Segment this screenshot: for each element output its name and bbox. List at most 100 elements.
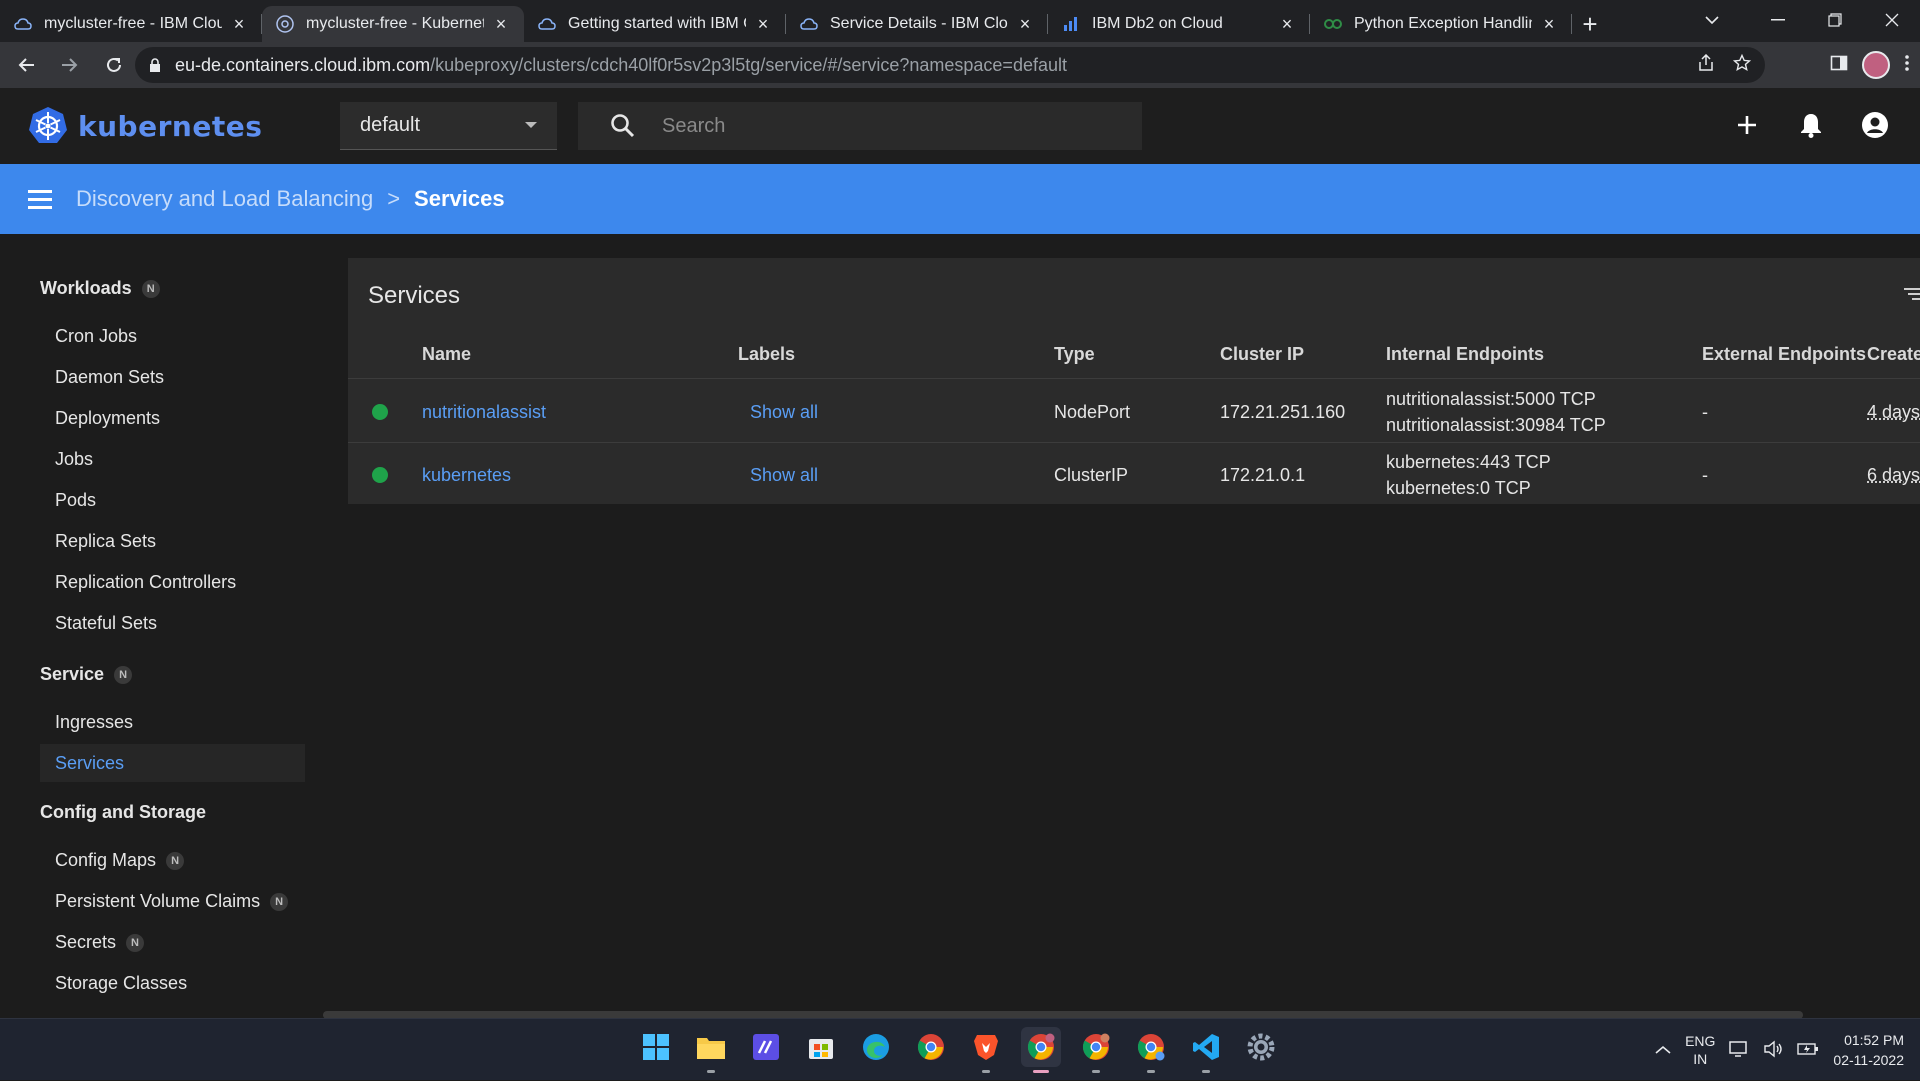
service-name-link[interactable]: nutritionalassist xyxy=(422,402,546,423)
service-name-link[interactable]: kubernetes xyxy=(422,465,511,486)
sidebar-item-jobs[interactable]: Jobs xyxy=(55,449,93,470)
sidebar-item-persistent-volume-claims[interactable]: Persistent Volume Claims N xyxy=(55,891,289,912)
edge-browser-icon[interactable] xyxy=(856,1027,896,1067)
sidebar-item-daemon-sets[interactable]: Daemon Sets xyxy=(55,367,164,388)
column-header-created[interactable]: Create xyxy=(1867,344,1920,365)
close-icon[interactable]: × xyxy=(492,15,510,33)
sidebar-item-config-maps[interactable]: Config Maps N xyxy=(55,850,185,871)
close-window-icon[interactable] xyxy=(1863,0,1920,40)
language-indicator[interactable]: ENG IN xyxy=(1685,1032,1715,1068)
sidebar-item-replication-controllers[interactable]: Replication Controllers xyxy=(55,572,236,593)
sidebar-item-stateful-sets[interactable]: Stateful Sets xyxy=(55,613,157,634)
namespaced-badge: N xyxy=(141,279,160,298)
add-icon[interactable] xyxy=(1730,108,1764,142)
brave-browser-icon[interactable] xyxy=(966,1027,1006,1073)
close-icon[interactable]: × xyxy=(1540,15,1558,33)
chrome-icon[interactable] xyxy=(911,1027,951,1067)
tab-title: Python Exception Handling xyxy=(1354,15,1532,32)
created-age: 6 days xyxy=(1867,465,1920,485)
bookmark-star-icon[interactable] xyxy=(1732,53,1752,77)
vscode-icon[interactable] xyxy=(1186,1027,1226,1073)
tab-title: IBM Db2 on Cloud xyxy=(1092,15,1223,32)
bar-chart-icon xyxy=(1062,15,1080,33)
chevron-down-icon[interactable] xyxy=(1696,6,1728,34)
running-indicator xyxy=(1147,1070,1155,1073)
reload-icon[interactable] xyxy=(96,47,132,83)
ibm-cloud-icon xyxy=(800,15,818,33)
ibm-cloud-icon xyxy=(538,15,556,33)
chrome-profile-icon[interactable] xyxy=(1076,1027,1116,1073)
side-panel-icon[interactable] xyxy=(1830,54,1848,77)
restore-icon[interactable] xyxy=(1806,0,1863,40)
show-all-labels-link[interactable]: Show all xyxy=(750,402,818,423)
sidebar-item-replica-sets[interactable]: Replica Sets xyxy=(55,531,156,552)
system-clock[interactable]: 01:52 PM 02-11-2022 xyxy=(1833,1030,1904,1070)
settings-gear-icon[interactable] xyxy=(1241,1027,1281,1067)
sidebar-item-secrets[interactable]: Secrets N xyxy=(55,932,145,953)
namespace-value: default xyxy=(360,114,421,136)
browser-tab[interactable]: Service Details - IBM Cloud × xyxy=(786,6,1048,42)
browser-tab-active[interactable]: mycluster-free - Kubernetes × xyxy=(262,6,524,42)
visual-studio-icon[interactable] xyxy=(746,1027,786,1067)
back-arrow-icon[interactable] xyxy=(8,47,44,83)
new-tab-button[interactable]: + xyxy=(1572,6,1608,42)
profile-avatar[interactable] xyxy=(1862,51,1890,79)
browser-tab[interactable]: IBM Db2 on Cloud × xyxy=(1048,6,1310,42)
chevron-right-icon: > xyxy=(387,186,401,211)
windows-start-icon[interactable] xyxy=(636,1027,676,1067)
sidebar-item-deployments[interactable]: Deployments xyxy=(55,408,160,429)
address-bar[interactable]: eu-de.containers.cloud.ibm.com/kubeproxy… xyxy=(135,47,1765,83)
file-explorer-icon[interactable] xyxy=(691,1027,731,1073)
sidebar-section-service[interactable]: Service N xyxy=(40,664,133,685)
chrome-profile-icon[interactable] xyxy=(1131,1027,1171,1073)
close-icon[interactable]: × xyxy=(1278,15,1296,33)
sidebar-section-workloads[interactable]: Workloads N xyxy=(40,278,160,299)
lock-icon[interactable] xyxy=(149,57,163,73)
search-icon[interactable] xyxy=(610,113,636,139)
share-icon[interactable] xyxy=(1697,53,1715,77)
notifications-bell-icon[interactable] xyxy=(1794,108,1828,142)
language-code: ENG xyxy=(1685,1033,1716,1049)
browser-tab[interactable]: Getting started with IBM Cloud × xyxy=(524,6,786,42)
network-icon[interactable] xyxy=(1729,1040,1749,1061)
close-icon[interactable]: × xyxy=(1016,15,1034,33)
sidebar-item-cron-jobs[interactable]: Cron Jobs xyxy=(55,326,137,347)
column-header-name[interactable]: Name xyxy=(422,344,471,365)
status-ok-icon xyxy=(372,404,388,420)
region-code: IN xyxy=(1693,1051,1708,1067)
filter-list-icon[interactable] xyxy=(1900,284,1920,304)
close-icon[interactable]: × xyxy=(754,15,772,33)
namespace-selector[interactable]: default xyxy=(340,102,557,150)
minimize-icon[interactable] xyxy=(1749,0,1806,40)
close-icon[interactable]: × xyxy=(230,15,248,33)
sidebar-section-config-storage[interactable]: Config and Storage xyxy=(40,802,206,823)
kubernetes-logo[interactable]: kubernetes xyxy=(28,106,262,146)
volume-icon[interactable] xyxy=(1763,1040,1783,1061)
battery-icon[interactable] xyxy=(1797,1042,1819,1059)
dropdown-caret-icon xyxy=(525,122,537,128)
sidebar-item-storage-classes[interactable]: Storage Classes xyxy=(55,973,187,994)
forward-arrow-icon[interactable] xyxy=(52,47,88,83)
sidebar-item-label: Persistent Volume Claims xyxy=(55,891,261,911)
show-all-labels-link[interactable]: Show all xyxy=(750,465,818,486)
chrome-profile-icon[interactable] xyxy=(1021,1027,1061,1073)
chevron-up-icon[interactable] xyxy=(1655,1042,1671,1058)
sidebar-item-services[interactable]: Services xyxy=(55,753,124,774)
account-circle-icon[interactable] xyxy=(1858,108,1892,142)
sidebar-item-pods[interactable]: Pods xyxy=(55,490,96,511)
sidebar-item-ingresses[interactable]: Ingresses xyxy=(55,712,133,733)
url-path: /kubeproxy/clusters/cdch40lf0r5sv2p3l5tg… xyxy=(430,54,1067,75)
sidebar-item-label: Secrets xyxy=(55,932,117,952)
running-indicator xyxy=(982,1070,990,1073)
search-input[interactable] xyxy=(660,113,1104,139)
hamburger-menu-icon[interactable] xyxy=(28,186,54,212)
browser-tab[interactable]: Python Exception Handling × xyxy=(1310,6,1572,42)
table-divider xyxy=(348,378,1920,379)
browser-tab[interactable]: mycluster-free - IBM Cloud × xyxy=(0,6,262,42)
tab-title: mycluster-free - Kubernetes xyxy=(306,15,484,32)
running-indicator xyxy=(1092,1070,1100,1073)
breadcrumb-parent[interactable]: Discovery and Load Balancing xyxy=(76,186,373,212)
microsoft-store-icon[interactable] xyxy=(801,1027,841,1067)
more-vert-icon[interactable] xyxy=(1904,54,1910,77)
namespaced-badge: N xyxy=(270,892,289,911)
